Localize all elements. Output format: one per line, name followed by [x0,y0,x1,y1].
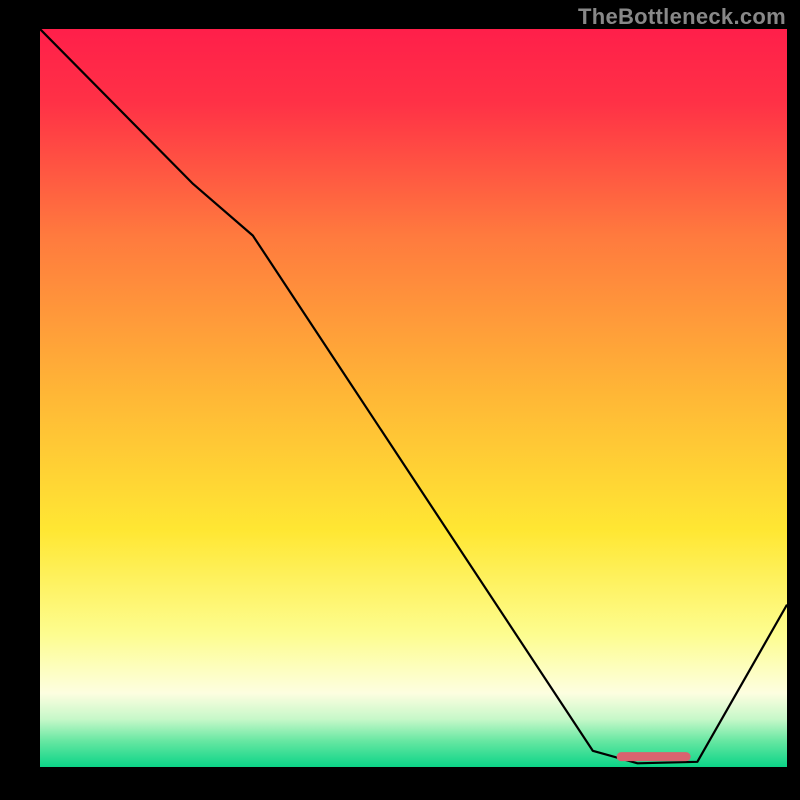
gradient-background [40,29,787,767]
chart-frame: TheBottleneck.com [0,0,800,800]
plot-area [40,29,787,767]
attribution-text: TheBottleneck.com [578,4,786,30]
chart-svg [40,29,787,767]
